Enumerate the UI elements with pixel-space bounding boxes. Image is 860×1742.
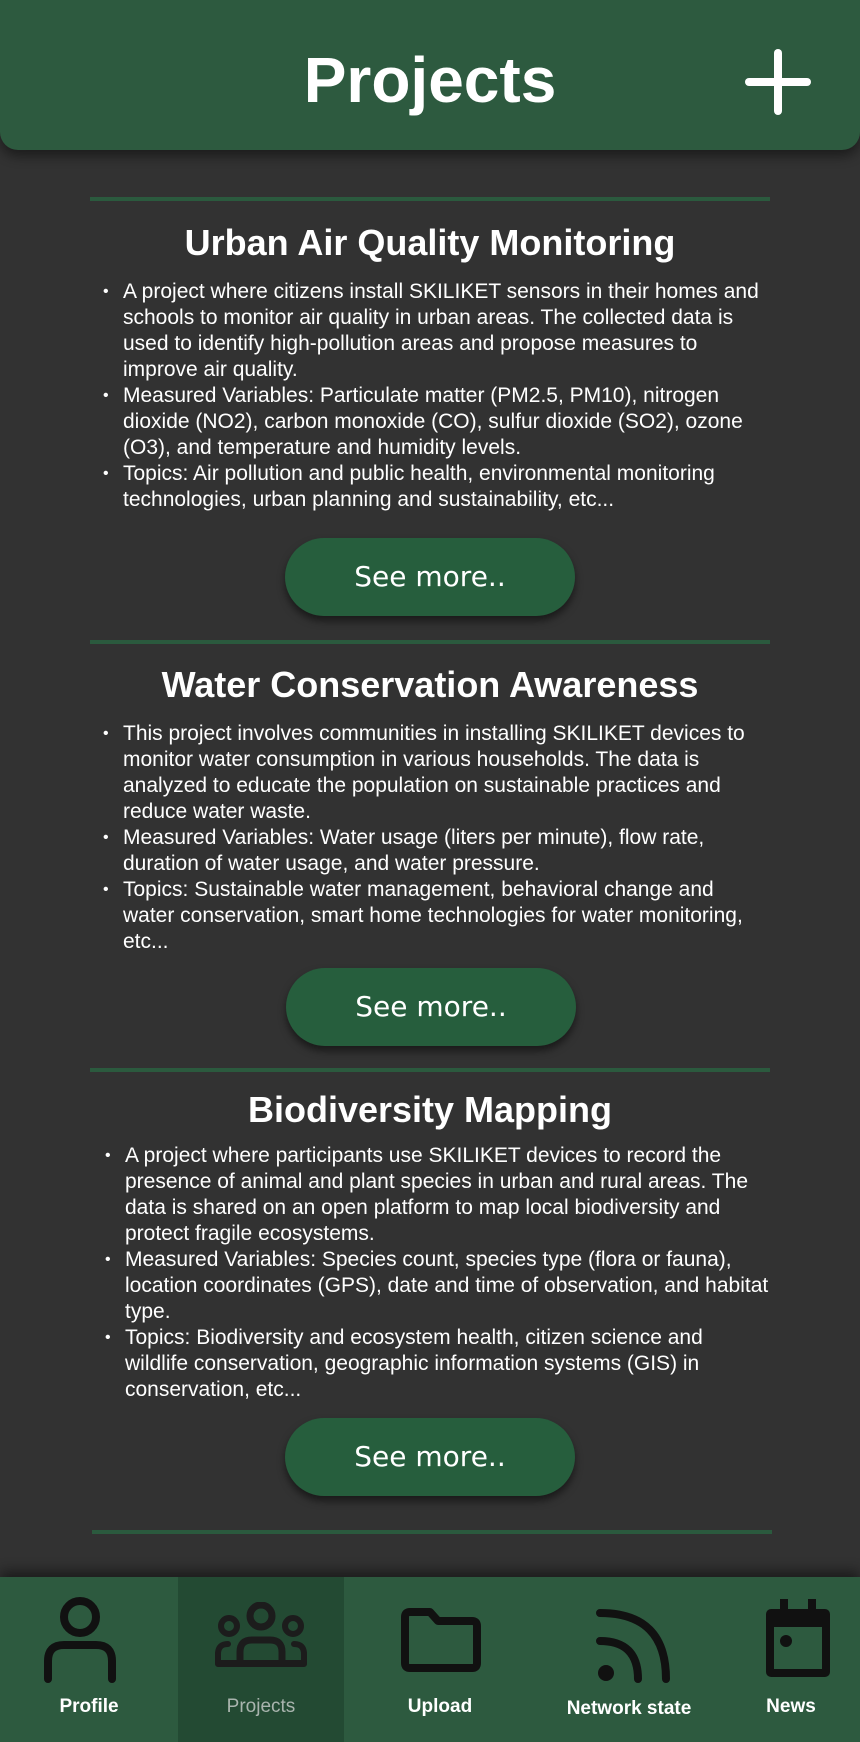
list-item: Measured Variables: Particulate matter (… <box>103 383 768 461</box>
person-icon <box>44 1597 116 1683</box>
nav-label: Upload <box>407 1696 473 1717</box>
list-item: A project where participants use SKILIKE… <box>105 1143 770 1247</box>
app-header: Projects <box>0 0 860 150</box>
page-title: Projects <box>303 44 557 116</box>
see-more-button[interactable]: See more.. <box>286 968 576 1046</box>
divider <box>92 1530 772 1534</box>
nav-item-network-state[interactable]: Network state <box>536 1577 722 1742</box>
nav-label: Projects <box>226 1696 296 1717</box>
nav-label: Network state <box>566 1698 692 1719</box>
divider <box>90 197 770 201</box>
see-more-button[interactable]: See more.. <box>285 1418 575 1496</box>
see-more-button[interactable]: See more.. <box>285 538 575 616</box>
project-description: This project involves communities in ins… <box>103 721 768 955</box>
group-icon <box>215 1602 307 1667</box>
list-item: Topics: Biodiversity and ecosystem healt… <box>105 1325 770 1403</box>
project-title: Water Conservation Awareness <box>161 664 699 705</box>
project-description: A project where participants use SKILIKE… <box>105 1143 770 1403</box>
divider <box>90 640 770 644</box>
list-item: Measured Variables: Species count, speci… <box>105 1247 770 1325</box>
list-item: Topics: Air pollution and public health,… <box>103 461 768 513</box>
nav-label: News <box>766 1696 816 1717</box>
divider <box>90 1068 770 1072</box>
folder-icon <box>401 1608 481 1672</box>
nav-item-projects[interactable]: Projects <box>178 1577 344 1742</box>
list-item: This project involves communities in ins… <box>103 721 768 825</box>
project-title: Urban Air Quality Monitoring <box>184 222 676 263</box>
project-title: Biodiversity Mapping <box>247 1089 613 1130</box>
project-description: A project where citizens install SKILIKE… <box>103 279 768 513</box>
nav-item-upload[interactable]: Upload <box>344 1577 536 1742</box>
list-item: Topics: Sustainable water management, be… <box>103 877 768 955</box>
rss-icon <box>596 1609 670 1683</box>
add-project-button[interactable] <box>741 45 815 119</box>
nav-item-profile[interactable]: Profile <box>0 1577 178 1742</box>
calendar-icon <box>766 1599 830 1677</box>
nav-label: Profile <box>59 1696 119 1717</box>
nav-item-news[interactable]: News <box>722 1577 860 1742</box>
list-item: Measured Variables: Water usage (liters … <box>103 825 768 877</box>
list-item: A project where citizens install SKILIKE… <box>103 279 768 383</box>
bottom-nav: Profile Projects Upload Network state Ne… <box>0 1577 860 1742</box>
